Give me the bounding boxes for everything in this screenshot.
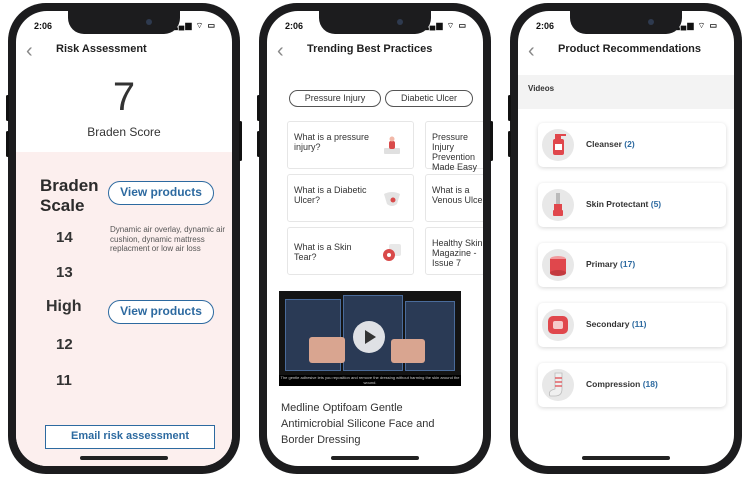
category-count: (2): [624, 139, 635, 149]
category-label: Primary (17): [586, 259, 636, 269]
category-count: (17): [620, 259, 636, 269]
volume-up-button: [6, 95, 9, 121]
notch: [68, 11, 180, 34]
scale-title-line2: Scale: [40, 196, 85, 215]
dressing-pad-image: [391, 339, 425, 363]
status-time: 2:06: [536, 21, 555, 31]
video-thumbnail[interactable]: The gentle adhesive lets you reposition …: [279, 291, 461, 386]
phone-risk-assessment: 2:06 ▂▄▆ ⌔ ▭ ‹ Risk Assessment 7 Braden …: [6, 3, 242, 474]
back-chevron-icon[interactable]: ‹: [277, 39, 284, 63]
article-card[interactable]: What is a pressure injury?: [287, 121, 414, 169]
nav-bar: ‹ Product Recommendations: [518, 39, 734, 65]
phone-product-recommendations: 2:06 ▂▄▆ ⌔ ▭ ‹ Product Recommendations V…: [508, 3, 742, 474]
videos-label[interactable]: Videos: [528, 84, 554, 93]
email-risk-assessment-button[interactable]: Email risk assessment: [45, 425, 215, 449]
volume-down-button: [508, 131, 511, 157]
pressure-injury-icon: [384, 136, 400, 154]
scale-row-12: 12: [56, 336, 73, 353]
volume-up-button: [257, 95, 260, 121]
dressing-pad-image: [309, 337, 345, 363]
skin-protectant-icon: [542, 189, 574, 221]
status-time: 2:06: [285, 21, 304, 31]
compression-stocking-icon: [542, 369, 574, 401]
category-primary[interactable]: Primary (17): [538, 243, 726, 287]
risk-level-label: High: [46, 298, 82, 315]
primary-dressing-icon: [542, 249, 574, 281]
article-card[interactable]: Healthy Skin Magazine - Issue 7: [425, 227, 483, 275]
recommendation-description: Dynamic air overlay, dynamic air cushion…: [110, 225, 225, 253]
page-title: Product Recommendations: [558, 43, 702, 55]
category-label: Skin Protectant (5): [586, 199, 662, 209]
braden-score-label: Braden Score: [87, 125, 161, 139]
power-button: [239, 121, 242, 161]
skin-tear-icon: [383, 244, 401, 261]
tab-pressure-injury[interactable]: Pressure Injury: [289, 90, 381, 107]
home-indicator: [582, 456, 670, 460]
home-indicator: [80, 456, 168, 460]
videos-section-bar: Videos: [518, 75, 734, 109]
back-chevron-icon[interactable]: ‹: [528, 39, 535, 63]
back-chevron-icon[interactable]: ‹: [26, 39, 33, 63]
category-count: (18): [642, 379, 658, 389]
braden-score-value: 7: [112, 75, 136, 119]
category-label: Secondary (11): [586, 319, 647, 329]
view-products-button[interactable]: View products: [108, 181, 214, 205]
category-cleanser[interactable]: Cleanser (2): [538, 123, 726, 167]
braden-scale-panel: Braden Scale View products 14 Dynamic ai…: [16, 152, 232, 466]
video-title[interactable]: Medline Optifoam Gentle Antimicrobial Si…: [281, 400, 461, 448]
category-count: (11): [631, 319, 647, 329]
play-button-icon[interactable]: [353, 321, 385, 353]
home-indicator: [331, 456, 419, 460]
volume-down-button: [257, 131, 260, 157]
page-title: Trending Best Practices: [307, 43, 433, 55]
scale-title-line1: Braden: [40, 176, 99, 195]
notch: [570, 11, 682, 34]
nav-bar: ‹ Risk Assessment: [16, 39, 232, 65]
article-card[interactable]: What is a Skin Tear?: [287, 227, 414, 275]
category-skin-protectant[interactable]: Skin Protectant (5): [538, 183, 726, 227]
article-card[interactable]: What is a Venous Ulcer: [425, 174, 483, 222]
category-label: Cleanser (2): [586, 139, 635, 149]
view-products-button[interactable]: View products: [108, 300, 214, 324]
phone-trending-best-practices: 2:06 ▂▄▆ ⌔ ▭ ‹ Trending Best Practices P…: [257, 3, 493, 474]
article-card-title: What is a pressure injury?: [294, 132, 370, 152]
article-card-title: Healthy Skin Magazine - Issue 7: [432, 238, 483, 268]
phone-screen: 2:06 ▂▄▆ ⌔ ▭ ‹ Risk Assessment 7 Braden …: [16, 11, 232, 466]
category-compression[interactable]: Compression (18): [538, 363, 726, 407]
article-card[interactable]: Pressure Injury Prevention Made Easy: [425, 121, 483, 172]
phone-screen: 2:06 ▂▄▆ ⌔ ▭ ‹ Product Recommendations V…: [518, 11, 734, 466]
diabetic-foot-icon: [384, 192, 400, 206]
cleanser-bottle-icon: [542, 129, 574, 161]
volume-down-button: [6, 131, 9, 157]
volume-up-button: [508, 95, 511, 121]
page-title: Risk Assessment: [56, 43, 147, 55]
article-card-title: What is a Diabetic Ulcer?: [294, 185, 367, 205]
scale-row-13: 13: [56, 264, 73, 281]
scale-row-14: 14: [56, 229, 73, 246]
phone-screen: 2:06 ▂▄▆ ⌔ ▭ ‹ Trending Best Practices P…: [267, 11, 483, 466]
braden-scale-title: Braden Scale: [40, 176, 99, 216]
article-card-title: Pressure Injury Prevention Made Easy: [432, 132, 478, 172]
power-button: [490, 121, 493, 161]
status-time: 2:06: [34, 21, 53, 31]
tab-diabetic-ulcer[interactable]: Diabetic Ulcer: [385, 90, 473, 107]
category-secondary[interactable]: Secondary (11): [538, 303, 726, 347]
nav-bar: ‹ Trending Best Practices: [267, 39, 483, 65]
category-label: Compression (18): [586, 379, 658, 389]
article-card-title: What is a Skin Tear?: [294, 242, 352, 262]
article-card[interactable]: What is a Diabetic Ulcer?: [287, 174, 414, 222]
secondary-dressing-icon: [542, 309, 574, 341]
notch: [319, 11, 431, 34]
category-count: (5): [650, 199, 662, 209]
scale-row-11: 11: [56, 372, 72, 389]
video-caption: The gentle adhesive lets you reposition …: [279, 375, 461, 386]
article-card-title: What is a Venous Ulcer: [432, 185, 483, 205]
